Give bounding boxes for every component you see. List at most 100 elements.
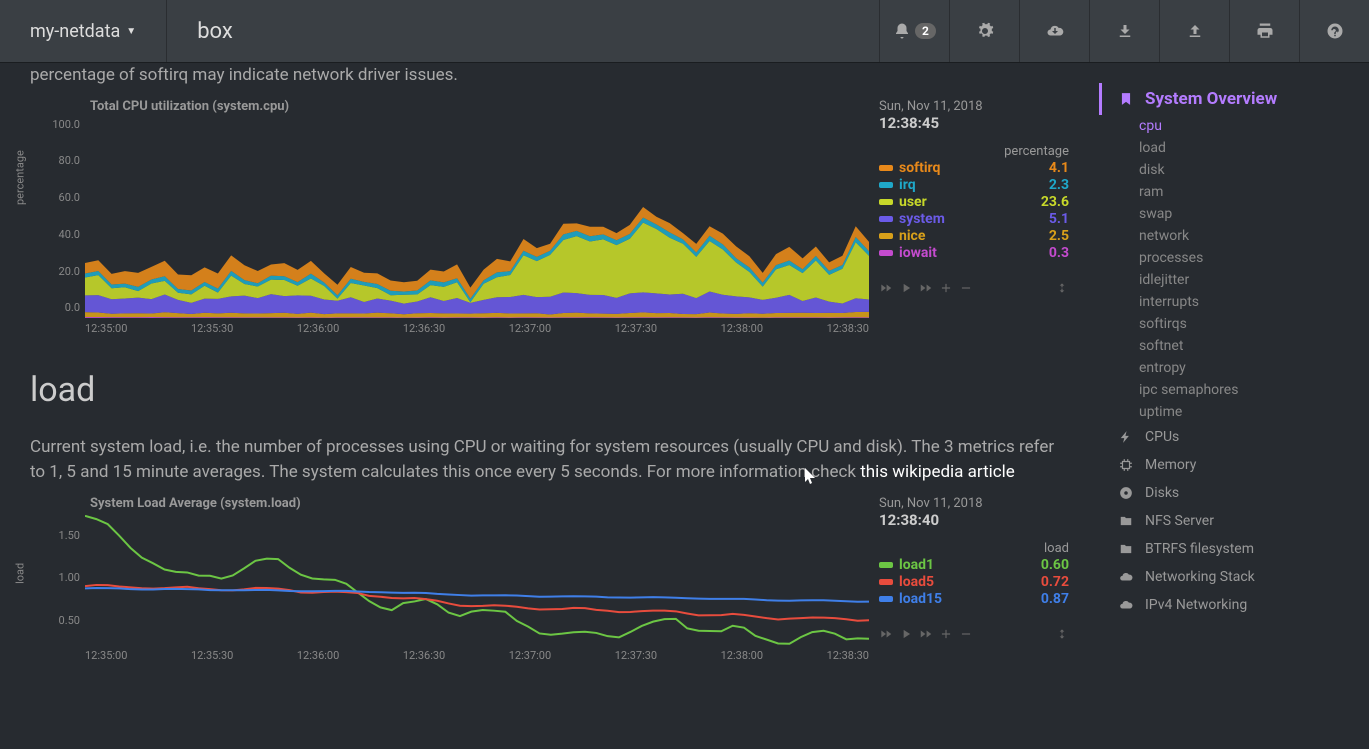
- upload-button[interactable]: [1159, 0, 1229, 62]
- cloud-download-button[interactable]: [1019, 0, 1089, 62]
- legend-swatch: [879, 233, 893, 239]
- sidebar-sub[interactable]: load: [1099, 137, 1359, 159]
- load-desc: Current system load, i.e. the number of …: [30, 435, 1069, 486]
- rewind-icon[interactable]: [879, 627, 893, 641]
- alarms-button[interactable]: 2: [879, 0, 949, 62]
- legend-value: 5.1: [1019, 211, 1069, 227]
- zoom-out-icon[interactable]: [959, 281, 973, 295]
- cpu-legend: softirq4.1irq2.3user23.6system 5.1 nice 2.5…: [879, 160, 1069, 261]
- upload-icon: [1186, 22, 1204, 40]
- folder-icon: [1119, 514, 1133, 528]
- sidebar-section[interactable]: Memory: [1099, 451, 1359, 479]
- legend-name: system: [899, 211, 1013, 227]
- help-button[interactable]: [1299, 0, 1369, 62]
- sidebar-sub[interactable]: processes: [1099, 247, 1359, 269]
- tick: 12:38:30: [827, 649, 869, 662]
- legend-swatch: [879, 165, 893, 171]
- legend-row[interactable]: iowait0.3: [879, 245, 1069, 261]
- zoom-out-icon[interactable]: [959, 627, 973, 641]
- forward-icon[interactable]: [919, 281, 933, 295]
- sidebar-sub[interactable]: cpu: [1099, 115, 1359, 137]
- brand-dropdown[interactable]: my-netdata ▼: [0, 0, 167, 62]
- zoom-in-icon[interactable]: [939, 281, 953, 295]
- print-button[interactable]: [1229, 0, 1299, 62]
- sidebar-sub[interactable]: softnet: [1099, 335, 1359, 357]
- play-icon[interactable]: [899, 627, 913, 641]
- sidebar-sub[interactable]: network: [1099, 225, 1359, 247]
- play-icon[interactable]: [899, 281, 913, 295]
- sidebar-sub[interactable]: swap: [1099, 203, 1359, 225]
- sidebar-sub[interactable]: uptime: [1099, 401, 1359, 423]
- tick: 20.0: [59, 265, 80, 278]
- zoom-in-icon[interactable]: [939, 627, 953, 641]
- disk-icon: [1119, 486, 1133, 500]
- caret-down-icon: ▼: [126, 26, 136, 37]
- legend-name: softirq: [899, 160, 1013, 176]
- legend-name: user: [899, 194, 1013, 210]
- folder-icon: [1119, 542, 1133, 556]
- sidebar-section[interactable]: IPv4 Networking: [1099, 591, 1359, 619]
- legend-name: iowait: [899, 245, 1013, 261]
- legend-row[interactable]: softirq4.1: [879, 160, 1069, 176]
- download-button[interactable]: [1089, 0, 1159, 62]
- tick: 12:36:00: [297, 649, 339, 662]
- cloud-icon: [1119, 598, 1133, 612]
- load-wikipedia-link[interactable]: this wikipedia article: [860, 462, 1015, 482]
- sidebar-section-label: NFS Server: [1145, 513, 1214, 529]
- legend-row[interactable]: nice 2.5: [879, 228, 1069, 244]
- cpu-chart-block: Total CPU utilization (system.cpu) perce…: [30, 99, 1069, 335]
- sidebar-section[interactable]: System Overview: [1099, 83, 1359, 115]
- help-icon: [1326, 22, 1344, 40]
- sidebar-sub[interactable]: interrupts: [1099, 291, 1359, 313]
- legend-row[interactable]: system 5.1: [879, 211, 1069, 227]
- legend-name: nice: [899, 228, 1013, 244]
- sidebar-section[interactable]: NFS Server: [1099, 507, 1359, 535]
- sidebar-sub[interactable]: ipc semaphores: [1099, 379, 1359, 401]
- sidebar-sub[interactable]: idlejitter: [1099, 269, 1359, 291]
- cpu-plot[interactable]: [85, 118, 869, 318]
- load-chart-date: Sun, Nov 11, 2018: [879, 496, 1069, 511]
- cpu-y-label: percentage: [14, 150, 27, 205]
- settings-button[interactable]: [949, 0, 1019, 62]
- forward-icon[interactable]: [919, 627, 933, 641]
- resize-icon[interactable]: [1055, 281, 1069, 295]
- cpu-chart-date: Sun, Nov 11, 2018: [879, 99, 1069, 114]
- legend-row[interactable]: load10.60: [879, 557, 1069, 573]
- legend-row[interactable]: irq2.3: [879, 177, 1069, 193]
- legend-row[interactable]: load150.87: [879, 591, 1069, 607]
- sidebar-section-label: CPUs: [1145, 429, 1179, 445]
- sidebar-sub[interactable]: entropy: [1099, 357, 1359, 379]
- cpu-chart-title: Total CPU utilization (system.cpu): [90, 99, 869, 114]
- legend-value: 2.5: [1019, 228, 1069, 244]
- chip-icon: [1119, 458, 1133, 472]
- nav-icons: 2: [879, 0, 1369, 62]
- sidebar-section[interactable]: Networking Stack: [1099, 563, 1359, 591]
- sidebar: System Overview cpuloaddiskramswapnetwork…: [1099, 63, 1369, 749]
- top-nav: my-netdata ▼ box 2: [0, 0, 1369, 63]
- rewind-icon[interactable]: [879, 281, 893, 295]
- load-plot[interactable]: [85, 515, 869, 645]
- legend-swatch: [879, 596, 893, 602]
- sidebar-section[interactable]: Disks: [1099, 479, 1359, 507]
- legend-value: 0.87: [1019, 591, 1069, 607]
- brand-label: my-netdata: [30, 21, 120, 42]
- tick: 0.0: [65, 301, 80, 314]
- sidebar-section[interactable]: BTRFS filesystem: [1099, 535, 1359, 563]
- sidebar-section-label: IPv4 Networking: [1145, 597, 1247, 613]
- resize-icon[interactable]: [1055, 627, 1069, 641]
- legend-row[interactable]: user23.6: [879, 194, 1069, 210]
- load-chart-controls: [879, 627, 1069, 641]
- tick: 12:35:30: [191, 322, 233, 335]
- sidebar-section[interactable]: CPUs: [1099, 423, 1359, 451]
- sidebar-section-label: System Overview: [1145, 89, 1277, 109]
- legend-row[interactable]: load50.72: [879, 574, 1069, 590]
- cpu-y-ticks: 100.080.060.040.020.00.0: [30, 118, 80, 315]
- legend-name: irq: [899, 177, 1013, 193]
- sidebar-sub[interactable]: disk: [1099, 159, 1359, 181]
- tick: 12:38:00: [721, 649, 763, 662]
- legend-swatch: [879, 216, 893, 222]
- load-y-ticks: 1.501.000.50: [30, 515, 80, 642]
- sidebar-sub[interactable]: ram: [1099, 181, 1359, 203]
- cpu-x-ticks: 12:35:0012:35:3012:36:0012:36:3012:37:00…: [85, 322, 869, 335]
- sidebar-sub[interactable]: softirqs: [1099, 313, 1359, 335]
